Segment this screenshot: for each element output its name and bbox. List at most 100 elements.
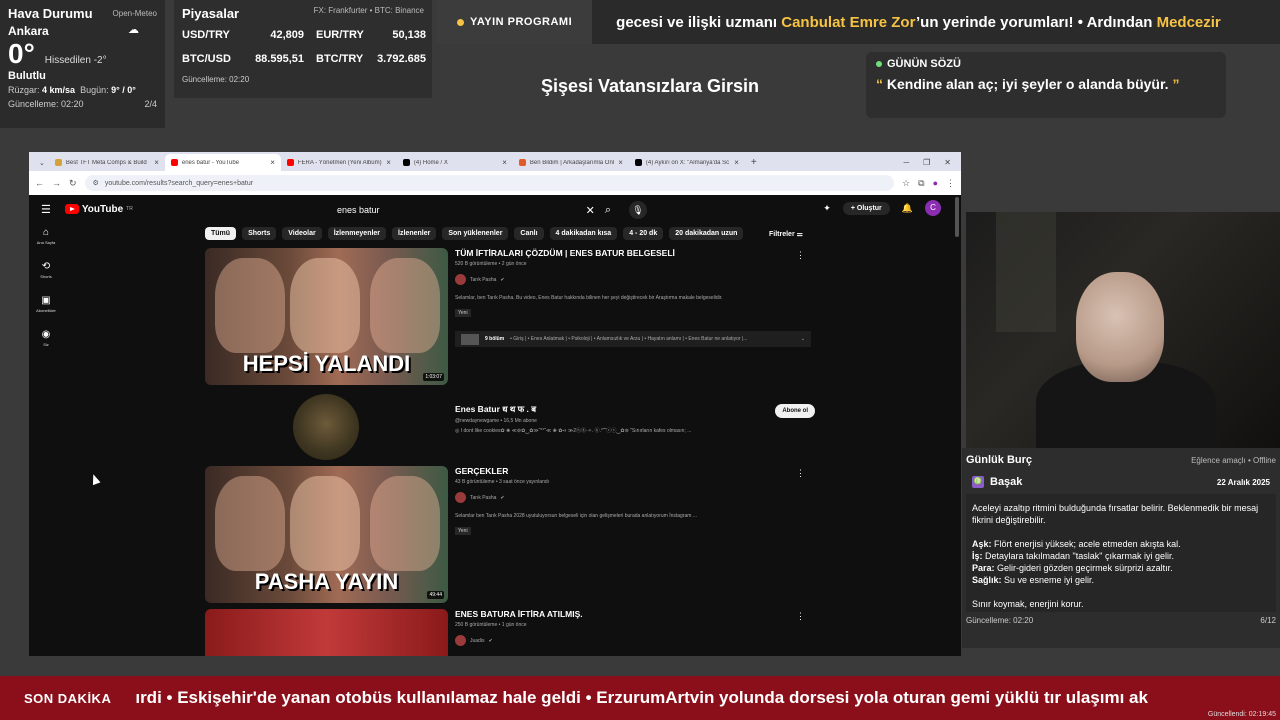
video-result[interactable]: ENES BATURA İFTİRA ATILMIŞ. 250 B görünt… — [205, 609, 815, 656]
hamburger-menu-icon[interactable]: ☰ — [41, 203, 51, 216]
browser-tab[interactable]: (4) Aykırı on X: "Almanya'da Sc × — [629, 154, 745, 171]
browser-tab[interactable]: (4) Home / X × — [397, 154, 513, 171]
avatar[interactable]: C — [925, 200, 941, 216]
chip-medium-duration[interactable]: 4 - 20 dk — [623, 227, 664, 240]
voice-search-icon[interactable]: 🎙 — [629, 201, 647, 219]
browser-tab[interactable]: Ben Bildim | Arkadaşlarımla Onl × — [513, 154, 629, 171]
clear-search-icon[interactable]: ✕ — [586, 204, 595, 217]
chip-watched[interactable]: İzlenenler — [392, 227, 437, 240]
bookmark-icon[interactable]: ☆ — [902, 178, 910, 189]
video-title[interactable]: TÜM İFTİRALARI ÇÖZDÜM | ENES BATUR BELGE… — [455, 248, 815, 258]
sidenav-shorts[interactable]: ⟲ Shorts — [29, 261, 63, 279]
browser-tab[interactable]: Best TFT Meta Comps & Build × — [49, 154, 165, 171]
notifications-icon[interactable]: 🔔 — [902, 203, 913, 214]
video-title[interactable]: GERÇEKLER — [455, 466, 815, 476]
back-icon[interactable]: ← — [35, 178, 44, 188]
chip-shorts[interactable]: Shorts — [242, 227, 277, 240]
browser-menu-icon[interactable]: ⋮ — [946, 178, 955, 189]
chip-long-duration[interactable]: 20 dakikadan uzun — [669, 227, 744, 240]
video-result[interactable]: PASHA YAYIN 49:44 GERÇEKLER 43 B görüntü… — [205, 466, 815, 603]
weather-feels-like: Hissedilen -2° — [44, 55, 107, 66]
studio-icon[interactable]: ✦ — [823, 203, 831, 214]
new-badge: Yeni — [455, 527, 471, 535]
close-icon[interactable]: × — [502, 158, 507, 167]
tab-title: FERA - Yönetmen (Yeni Albüm) — [297, 159, 382, 166]
browser-tab[interactable]: FERA - Yönetmen (Yeni Albüm) × — [281, 154, 397, 171]
close-icon[interactable]: × — [618, 158, 623, 167]
sidenav-you[interactable]: ◉ Siz — [29, 329, 63, 347]
subscribe-button[interactable]: Abone ol — [775, 404, 815, 418]
youtube-logo-text: YouTube — [81, 203, 124, 215]
chip-all[interactable]: Tümü — [205, 227, 237, 240]
tab-title: (4) Aykırı on X: "Almanya'da Sc — [645, 159, 730, 166]
channel-avatar-large[interactable] — [293, 394, 359, 460]
channel-link[interactable]: Juadis ✔ — [455, 635, 815, 646]
channel-result[interactable]: Enes Batur ध थ फ . ब @newdaynewgame • 16… — [205, 394, 815, 460]
video-thumbnail[interactable]: HEPSİ YALANDI 1:03:07 — [205, 248, 448, 385]
horoscope-money-label: Para: — [972, 563, 995, 573]
tab-title: enes batur - YouTube — [181, 159, 240, 166]
search-icon[interactable]: ⌕ — [605, 204, 611, 217]
create-button[interactable]: + Oluştur — [842, 201, 890, 215]
favicon-icon — [54, 159, 62, 166]
video-result[interactable]: HEPSİ YALANDI 1:03:07 TÜM İFTİRALARI ÇÖZ… — [205, 248, 815, 385]
channel-title[interactable]: Enes Batur ध थ फ . ब — [455, 404, 815, 415]
channel-link[interactable]: Tarık Pasha ✔ — [455, 274, 815, 285]
search-bar: enes batur ✕ ⌕ — [329, 201, 611, 219]
video-title[interactable]: ENES BATURA İFTİRA ATILMIŞ. — [455, 609, 815, 619]
close-icon[interactable]: × — [270, 158, 275, 167]
more-options-icon[interactable]: ⋮ — [796, 468, 805, 479]
search-input[interactable]: enes batur — [329, 205, 586, 215]
chip-unwatched[interactable]: İzlenmeyenler — [327, 227, 387, 240]
schedule-highlight: Medcezir — [1156, 13, 1221, 31]
video-thumbnail[interactable] — [205, 609, 448, 656]
close-icon[interactable]: × — [154, 158, 159, 167]
window-close-icon[interactable]: ✕ — [944, 158, 951, 167]
chapters-bar[interactable]: 9 bölüm • Giriş | • Enes Anlatmak | • Ps… — [455, 331, 811, 347]
reload-icon[interactable]: ↻ — [69, 178, 77, 189]
extensions-icon[interactable]: ⧉ — [918, 178, 924, 189]
horoscope-status: Eğlence amaçlı • Offline — [1191, 455, 1276, 465]
thumbnail-face — [215, 476, 285, 571]
chip-videos[interactable]: Videolar — [282, 227, 322, 240]
chevron-down-icon[interactable]: ⌄ — [801, 336, 805, 342]
channel-avatar — [455, 635, 466, 646]
close-icon[interactable]: × — [734, 158, 739, 167]
tab-title: (4) Home / X — [413, 159, 448, 166]
weather-city: Ankara — [8, 24, 49, 38]
video-thumbnail[interactable]: PASHA YAYIN 49:44 — [205, 466, 448, 603]
tab-search-icon[interactable]: ⌄ — [35, 159, 49, 171]
url-field[interactable]: ⚙ youtube.com/results?search_query=enes+… — [84, 175, 895, 191]
youtube-play-icon — [64, 204, 79, 214]
chip-recent[interactable]: Son yüklenenler — [442, 227, 509, 240]
filters-button[interactable]: Filtreler ⚌ — [769, 230, 803, 238]
more-options-icon[interactable]: ⋮ — [796, 611, 805, 622]
more-options-icon[interactable]: ⋮ — [796, 250, 805, 261]
sidenav-subscriptions[interactable]: ▣ Abonelikler — [29, 295, 63, 313]
sidenav-label: Siz — [43, 342, 49, 347]
channel-link[interactable]: Tarık Pasha ✔ — [455, 492, 815, 503]
dot-icon — [457, 18, 464, 26]
youtube-logo[interactable]: YouTube TR — [64, 203, 133, 215]
schedule-ticker: YAYIN PROGRAMI gecesi ve ilişki uzmanı C… — [437, 0, 1280, 44]
sidenav-label: Ana Sayfa — [36, 240, 56, 245]
chip-live[interactable]: Canlı — [514, 227, 544, 240]
tab-bar: ⌄ Best TFT Meta Comps & Build × enes batu… — [29, 152, 961, 171]
profile-icon[interactable]: ● — [933, 178, 938, 188]
page-scrollbar[interactable] — [955, 197, 959, 237]
minimize-icon[interactable]: ─ — [903, 158, 909, 167]
breaking-news-ticker: SON DAKİKA ırdi • Eskişehir'de yanan oto… — [0, 676, 1280, 720]
quote-text: “ Kendine alan aç; iyi şeyler o alanda b… — [876, 76, 1216, 92]
browser-tab-active[interactable]: enes batur - YouTube × — [164, 154, 281, 171]
today-value: 9° / 0° — [111, 85, 136, 95]
close-icon[interactable]: × — [386, 158, 391, 167]
verified-icon: ✔ — [500, 494, 505, 501]
chip-short-duration[interactable]: 4 dakikadan kısa — [549, 227, 618, 240]
channel-info: Enes Batur ध थ फ . ब @newdaynewgame • 16… — [455, 394, 815, 434]
forward-icon[interactable]: → — [52, 178, 61, 188]
maximize-icon[interactable]: ❐ — [923, 158, 930, 167]
sidenav-home[interactable]: ⌂ Ana Sayfa — [29, 227, 63, 245]
new-tab-icon[interactable]: + — [745, 157, 763, 171]
site-info-icon[interactable]: ⚙ — [93, 179, 99, 187]
youtube-favicon-icon — [170, 159, 178, 166]
